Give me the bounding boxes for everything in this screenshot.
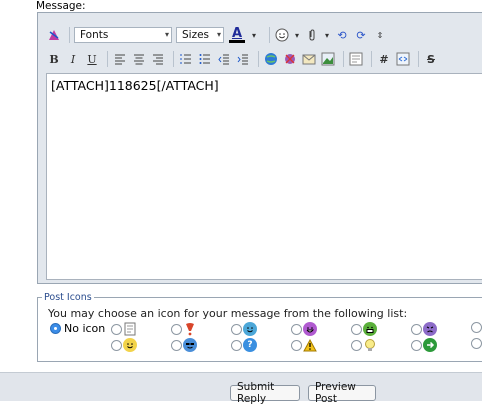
font-color-button[interactable]: A <box>228 27 246 43</box>
cool-icon <box>183 338 197 352</box>
post-icon-option[interactable] <box>171 338 197 352</box>
strikethrough-icon[interactable]: S <box>423 51 439 67</box>
outdent-icon[interactable] <box>216 51 232 67</box>
message-label: Message: <box>36 0 86 12</box>
size-select[interactable]: Sizes ▾ <box>176 27 224 43</box>
remove-format-icon[interactable] <box>46 27 62 43</box>
font-select-label: Fonts <box>80 29 109 41</box>
chevron-down-icon: ▾ <box>164 30 169 39</box>
post-icon-option[interactable] <box>471 338 482 349</box>
insert-email-icon[interactable] <box>301 51 317 67</box>
radio-button[interactable] <box>291 323 302 335</box>
arrow-right-icon <box>423 338 437 352</box>
radio-button[interactable] <box>411 323 422 335</box>
post-icon-option[interactable] <box>351 338 377 352</box>
radio-button[interactable] <box>411 339 422 351</box>
question-icon: ? <box>243 338 257 352</box>
redo-icon[interactable]: ⟳ <box>353 27 369 43</box>
size-select-label: Sizes <box>182 29 210 41</box>
radio-button[interactable] <box>471 338 482 349</box>
resize-editor-icon[interactable]: ⇕ <box>372 27 388 43</box>
radio-button[interactable] <box>50 323 61 334</box>
message-editor: Fonts ▾ Sizes ▾ A ▾ ▾ ▾ ⟲ ⟳ ⇕ B I U # S … <box>37 12 482 284</box>
align-right-icon[interactable] <box>150 51 166 67</box>
post-icon-option[interactable] <box>411 338 437 352</box>
preview-post-button[interactable]: Preview Post <box>308 381 376 405</box>
post-icon-option[interactable] <box>471 322 482 333</box>
document-icon <box>123 322 137 336</box>
grin-icon <box>303 322 317 336</box>
radio-button[interactable] <box>351 339 362 351</box>
font-color-icon: A <box>231 26 243 41</box>
post-icon-option[interactable]: ? <box>231 338 257 352</box>
unordered-list-icon[interactable] <box>197 51 213 67</box>
toolbar-separator <box>69 27 70 43</box>
angry-icon <box>423 322 437 336</box>
chevron-down-icon[interactable]: ▾ <box>246 27 262 43</box>
toolbar-separator <box>107 51 108 67</box>
html-code-icon[interactable] <box>395 51 411 67</box>
radio-button[interactable] <box>171 339 182 351</box>
big-grin-icon <box>363 322 377 336</box>
post-icon-option[interactable] <box>111 338 137 352</box>
radio-button[interactable] <box>351 323 362 335</box>
radio-button[interactable] <box>231 323 242 335</box>
toolbar-separator <box>258 51 259 67</box>
warning-icon <box>303 338 317 352</box>
radio-button[interactable] <box>471 322 482 333</box>
post-icons-legend: Post Icons <box>44 292 92 303</box>
radio-button[interactable] <box>291 339 302 351</box>
post-icon-option[interactable] <box>291 322 317 336</box>
undo-icon[interactable]: ⟲ <box>334 27 350 43</box>
post-icon-option[interactable] <box>411 322 437 336</box>
insert-link-icon[interactable] <box>263 51 279 67</box>
radio-button[interactable] <box>111 323 122 335</box>
hashtag-icon[interactable]: # <box>376 51 392 67</box>
ordered-list-icon[interactable] <box>178 51 194 67</box>
post-icon-option[interactable] <box>111 322 137 336</box>
toolbar-separator <box>418 51 419 67</box>
chevron-down-icon[interactable]: ▾ <box>323 27 331 43</box>
post-icons-description: You may choose an icon for your message … <box>48 307 408 320</box>
no-icon-label: No icon <box>64 322 106 335</box>
exclamation-icon <box>183 322 197 336</box>
toolbar-separator <box>343 51 344 67</box>
post-icon-option[interactable] <box>291 338 317 352</box>
underline-icon[interactable]: U <box>84 51 100 67</box>
remove-link-icon[interactable] <box>282 51 298 67</box>
happy-icon <box>123 338 137 352</box>
message-textarea[interactable]: [ATTACH]118625[/ATTACH] <box>46 73 482 280</box>
toolbar-separator <box>371 51 372 67</box>
align-left-icon[interactable] <box>112 51 128 67</box>
radio-button[interactable] <box>171 323 182 335</box>
toolbar-separator <box>269 27 270 43</box>
lightbulb-icon <box>363 338 377 352</box>
radio-button[interactable] <box>111 339 122 351</box>
italic-icon[interactable]: I <box>65 51 81 67</box>
toolbar-row-1: Fonts ▾ Sizes ▾ A ▾ ▾ ▾ ⟲ ⟳ ⇕ <box>46 25 391 45</box>
toolbar-separator <box>173 51 174 67</box>
post-icon-option[interactable] <box>171 322 197 336</box>
align-center-icon[interactable] <box>131 51 147 67</box>
post-icon-option[interactable] <box>231 322 257 336</box>
radio-button[interactable] <box>231 339 242 351</box>
attachment-icon[interactable] <box>304 27 320 43</box>
chevron-down-icon[interactable]: ▾ <box>293 27 301 43</box>
font-color-bar <box>229 40 245 43</box>
post-icon-option-none[interactable]: No icon <box>50 322 105 335</box>
toolbar-row-2: B I U # S <box>46 49 442 69</box>
insert-image-icon[interactable] <box>320 51 336 67</box>
smile-icon <box>243 322 257 336</box>
chevron-down-icon: ▾ <box>216 30 221 39</box>
indent-icon[interactable] <box>235 51 251 67</box>
bold-icon[interactable]: B <box>46 51 62 67</box>
post-icon-option[interactable] <box>351 322 377 336</box>
smilies-icon[interactable] <box>274 27 290 43</box>
quote-icon[interactable] <box>348 51 364 67</box>
font-select[interactable]: Fonts ▾ <box>74 27 172 43</box>
submit-reply-button[interactable]: Submit Reply <box>230 381 300 405</box>
